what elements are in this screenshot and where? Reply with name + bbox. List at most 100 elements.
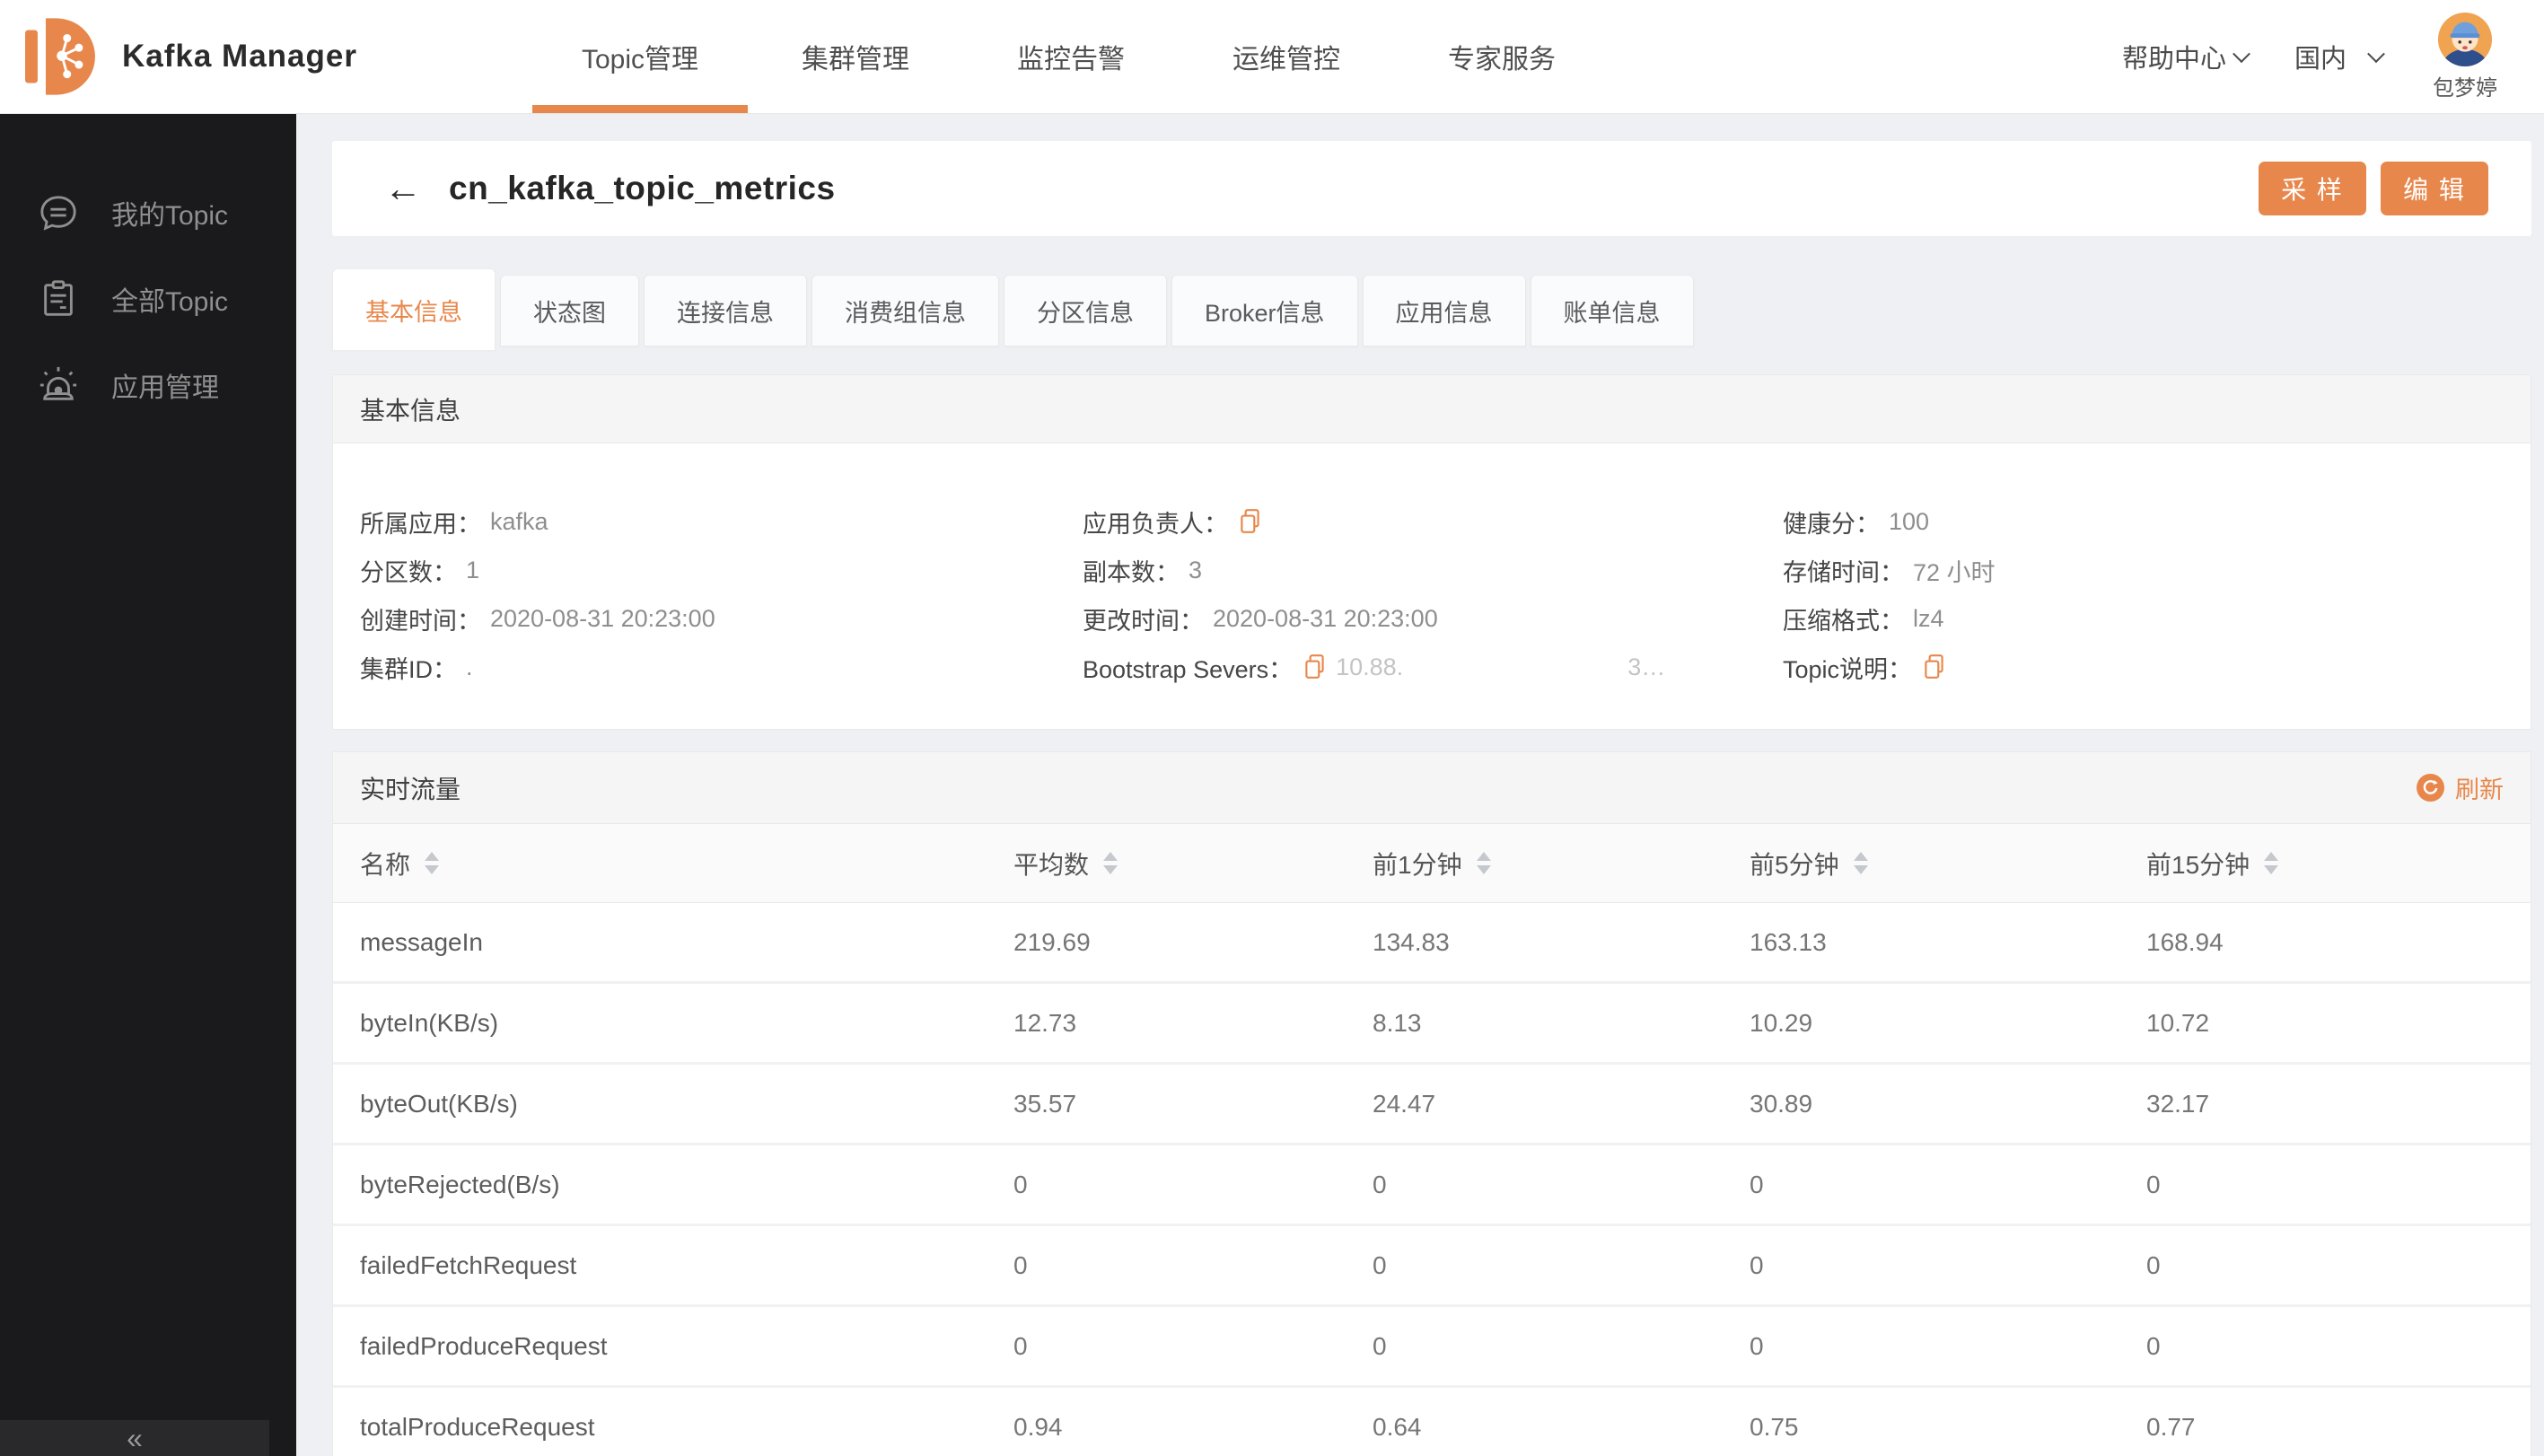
help-center-label: 帮助中心: [2121, 45, 2226, 74]
alarm-icon: [39, 366, 77, 400]
help-center-menu[interactable]: 帮助中心: [2121, 38, 2250, 75]
metric-last-1-min: 0: [1373, 1250, 1387, 1279]
nav-monitor-alert[interactable]: 监控告警: [963, 0, 1179, 113]
tab-broker-info[interactable]: Broker信息: [1171, 275, 1358, 346]
table-header-row: 名称 平均数 前1分钟 前5分钟 前15分钟: [333, 824, 2531, 903]
metric-last-1-min: 24.47: [1373, 1089, 1436, 1118]
refresh-label: 刷新: [2455, 776, 2504, 803]
tab-status-chart[interactable]: 状态图: [500, 275, 639, 346]
copy-icon[interactable]: [1923, 653, 1946, 680]
page-header-card: ← cn_kafka_topic_metrics 采 样 编 辑: [332, 141, 2531, 236]
metric-last-1-min: 0: [1373, 1170, 1387, 1198]
metric-last-5-min: 30.89: [1750, 1089, 1813, 1118]
copy-icon[interactable]: [1239, 508, 1262, 535]
sort-icon[interactable]: [2264, 852, 2279, 874]
field-partition-count: 分区数： 1: [360, 556, 480, 586]
metric-last-15-min: 0: [2146, 1170, 2161, 1198]
column-header-last-1-min[interactable]: 前1分钟: [1373, 846, 1750, 881]
copy-icon[interactable]: [1303, 653, 1327, 680]
column-header-last-5-min[interactable]: 前5分钟: [1750, 846, 2146, 881]
sidebar-item-my-topic[interactable]: 我的Topic: [0, 170, 296, 256]
metric-last-15-min: 0: [2146, 1250, 2161, 1279]
avatar: [2437, 12, 2493, 67]
sort-icon[interactable]: [1476, 852, 1491, 874]
screen: Kafka Manager Topic管理 集群管理 监控告警 运维管控 专家服…: [0, 0, 2544, 1456]
tab-partition-info[interactable]: 分区信息: [1004, 275, 1167, 346]
metric-last-1-min: 0.64: [1373, 1412, 1422, 1441]
metric-name: byteRejected(B/s): [360, 1170, 560, 1198]
basic-info-card: 基本信息 所属应用： kafka 应用负责人： 健康分： 100 分区数： 1 …: [332, 374, 2531, 730]
nav-cluster-management[interactable]: 集群管理: [748, 0, 963, 113]
tab-connection-info[interactable]: 连接信息: [644, 275, 807, 346]
field-create-time: 创建时间： 2020-08-31 20:23:00: [360, 604, 715, 635]
table-row: totalProduceRequest 0.94 0.64 0.75 0.77: [333, 1388, 2531, 1456]
realtime-traffic-card: 实时流量 刷新 名称 平均数 前1分钟 前5分钟 前15分钟 messageIn…: [332, 751, 2531, 1456]
sort-icon[interactable]: [1103, 852, 1118, 874]
metric-average: 12.73: [1013, 1008, 1077, 1037]
tab-basic-info[interactable]: 基本信息: [332, 268, 496, 350]
sort-icon[interactable]: [425, 852, 440, 874]
chat-bubble-icon: [40, 196, 76, 231]
table-row: byteOut(KB/s) 35.57 24.47 30.89 32.17: [333, 1065, 2531, 1145]
region-menu[interactable]: 国内: [2294, 38, 2385, 75]
tab-app-info[interactable]: 应用信息: [1362, 275, 1526, 346]
metric-name: failedProduceRequest: [360, 1331, 608, 1360]
nav-ops-control[interactable]: 运维管控: [1179, 0, 1394, 113]
sidebar-item-all-topic[interactable]: 全部Topic: [0, 256, 296, 342]
refresh-button[interactable]: 刷新: [2417, 770, 2504, 805]
header-right: 帮助中心 国内 包梦婷: [2122, 0, 2497, 113]
field-app-principal: 应用负责人：: [1083, 497, 1783, 546]
brand: Kafka Manager: [25, 0, 357, 113]
table-row: byteIn(KB/s) 12.73 8.13 10.29 10.72: [333, 984, 2531, 1065]
tab-consumer-group-info[interactable]: 消费组信息: [811, 275, 999, 346]
field-owner-app: 所属应用： kafka: [360, 507, 548, 538]
metric-last-1-min: 8.13: [1373, 1008, 1422, 1037]
top-navbar: Kafka Manager Topic管理 集群管理 监控告警 运维管控 专家服…: [0, 0, 2544, 114]
field-replica-count: 副本数： 3: [1083, 556, 1203, 586]
metric-average: 219.69: [1013, 927, 1091, 956]
user-menu[interactable]: 包梦婷: [2433, 12, 2497, 101]
metric-last-5-min: 0: [1750, 1331, 1764, 1360]
field-modify-time: 更改时间： 2020-08-31 20:23:00: [1083, 604, 1438, 635]
table-row: failedFetchRequest 0 0 0 0: [333, 1226, 2531, 1307]
metric-average: 0: [1013, 1250, 1028, 1279]
metric-last-5-min: 10.29: [1750, 1008, 1813, 1037]
metric-average: 0: [1013, 1331, 1028, 1360]
table-row: failedProduceRequest 0 0 0 0: [333, 1307, 2531, 1388]
sidebar-item-label: 应用管理: [111, 373, 219, 403]
sort-icon[interactable]: [1853, 852, 1868, 874]
table-row: byteRejected(B/s) 0 0 0 0: [333, 1145, 2531, 1226]
column-header-last-15-min[interactable]: 前15分钟: [2146, 846, 2531, 881]
column-header-name[interactable]: 名称: [360, 846, 1013, 881]
sidebar: 我的Topic 全部Topic 应用管理 «: [0, 114, 296, 1456]
metric-name: failedFetchRequest: [360, 1250, 577, 1279]
clipboard-icon: [44, 280, 73, 316]
page-title: cn_kafka_topic_metrics: [449, 170, 836, 206]
sidebar-collapse-button[interactable]: «: [0, 1420, 269, 1456]
metric-last-5-min: 163.13: [1750, 927, 1827, 956]
metric-average: 35.57: [1013, 1089, 1077, 1118]
metric-last-5-min: 0.75: [1750, 1412, 1799, 1441]
basic-info-section-header: 基本信息: [333, 375, 2531, 443]
column-header-average[interactable]: 平均数: [1013, 846, 1373, 881]
nav-topic-management[interactable]: Topic管理: [532, 0, 748, 113]
chevron-down-icon: [2233, 45, 2250, 64]
table-row: messageIn 219.69 134.83 163.13 168.94: [333, 903, 2531, 984]
sidebar-item-app-management[interactable]: 应用管理: [0, 342, 296, 428]
section-title: 基本信息: [360, 396, 461, 425]
refresh-icon: [2417, 774, 2444, 802]
metric-last-1-min: 0: [1373, 1331, 1387, 1360]
metric-last-5-min: 0: [1750, 1170, 1764, 1198]
user-name: 包梦婷: [2433, 76, 2497, 101]
metric-last-15-min: 32.17: [2146, 1089, 2210, 1118]
metric-name: messageIn: [360, 927, 483, 956]
app-title: Kafka Manager: [122, 39, 357, 74]
back-arrow-button[interactable]: ←: [384, 170, 422, 207]
metric-name: byteOut(KB/s): [360, 1089, 518, 1118]
nav-expert-service[interactable]: 专家服务: [1394, 0, 1610, 113]
edit-button[interactable]: 编 辑: [2381, 162, 2488, 215]
sample-button[interactable]: 采 样: [2259, 162, 2366, 215]
metric-last-1-min: 134.83: [1373, 927, 1450, 956]
app-logo-icon: [25, 18, 95, 95]
tab-bill-info[interactable]: 账单信息: [1530, 275, 1694, 346]
